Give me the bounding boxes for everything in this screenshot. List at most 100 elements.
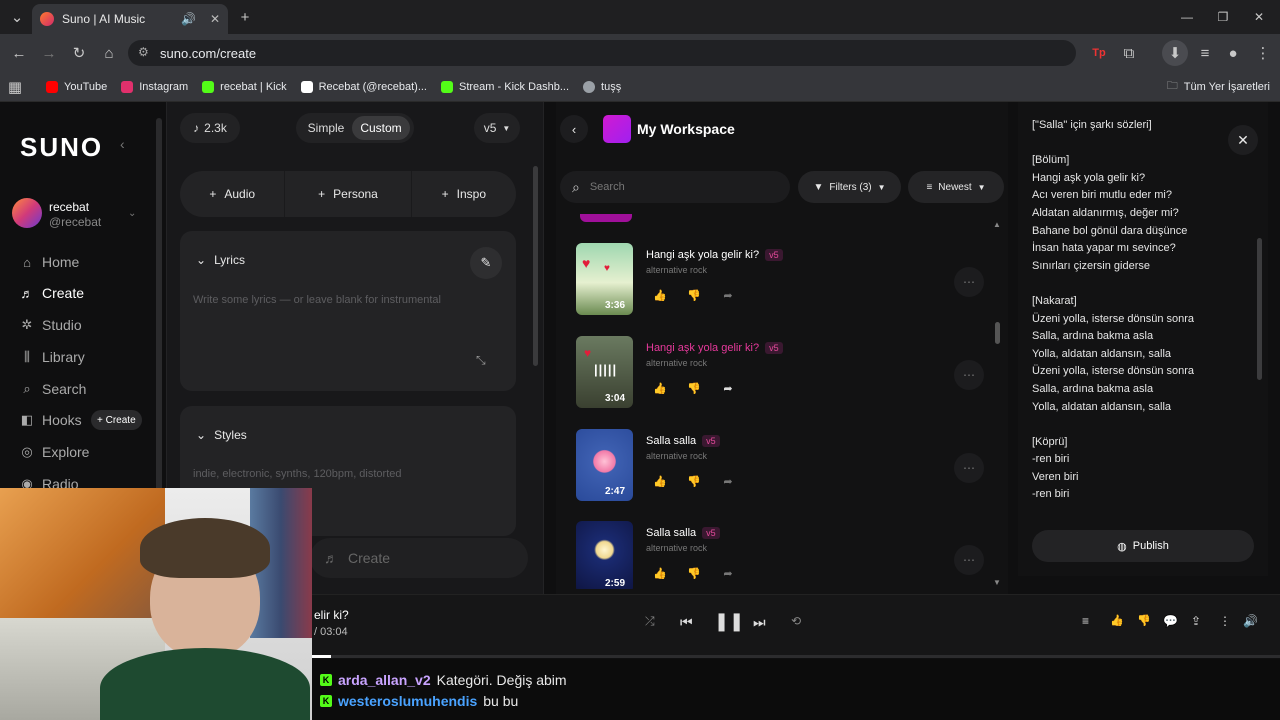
mode-simple-tab[interactable]: Simple bbox=[300, 121, 352, 135]
download-icon[interactable]: ⬇ bbox=[1162, 40, 1188, 66]
search-input[interactable]: ⌕ Search bbox=[560, 171, 790, 203]
sidebar-item-home[interactable]: ⌂ Home bbox=[20, 254, 79, 270]
browser-tab[interactable]: Suno | AI Music 🔊 ✕ bbox=[32, 4, 228, 34]
menu-icon[interactable]: ⋮ bbox=[1252, 42, 1274, 64]
collapse-sidebar-icon[interactable]: ‹ bbox=[120, 136, 125, 152]
thumbs-up-icon[interactable]: 👍 bbox=[650, 475, 670, 488]
extensions-icon[interactable]: ⧉ bbox=[1118, 42, 1140, 64]
back-button[interactable]: ‹ bbox=[560, 115, 588, 143]
thumbs-up-icon[interactable]: 👍 bbox=[1110, 614, 1124, 627]
bookmark-youtube[interactable]: YouTube bbox=[46, 80, 107, 93]
repeat-icon[interactable]: ⟲ bbox=[791, 614, 801, 628]
suno-logo[interactable]: SUNO bbox=[20, 132, 103, 163]
song-title[interactable]: Salla salla v5 bbox=[646, 527, 720, 539]
home-icon[interactable]: ⌂ bbox=[98, 42, 120, 64]
song-row[interactable]: ♥ ||||| 3:04 Hangi aşk yola gelir ki? v5 … bbox=[576, 336, 996, 412]
share-icon[interactable]: ➦ bbox=[718, 475, 738, 488]
bookmark-tiktok[interactable]: Recebat (@recebat)... bbox=[300, 80, 427, 93]
sidebar-item-search[interactable]: ⌕ Search bbox=[20, 381, 86, 397]
song-row[interactable]: ♥ ♥ 3:36 Hangi aşk yola gelir ki? v5 alte… bbox=[576, 243, 996, 319]
share-icon[interactable]: ➦ bbox=[718, 567, 738, 580]
sidebar-item-explore[interactable]: ◎ Explore bbox=[20, 444, 89, 460]
share-icon[interactable]: ➦ bbox=[718, 382, 738, 395]
add-inspo-button[interactable]: + Inspo bbox=[412, 171, 516, 217]
thumbs-down-icon[interactable]: 👎 bbox=[684, 567, 704, 580]
queue-icon[interactable]: ≡ bbox=[1082, 614, 1089, 628]
create-scrollbar[interactable] bbox=[533, 166, 538, 366]
media-control-icon[interactable]: ≡ bbox=[1194, 42, 1216, 64]
back-icon[interactable]: ← bbox=[8, 42, 30, 64]
volume-icon[interactable]: 🔊 bbox=[1243, 614, 1258, 628]
song-cover[interactable]: ♥ ||||| 3:04 bbox=[576, 336, 633, 408]
song-cover[interactable]: 2:59 bbox=[576, 521, 633, 589]
scroll-up-icon[interactable]: ▲ bbox=[993, 220, 1001, 229]
close-tab-icon[interactable]: ✕ bbox=[210, 12, 220, 26]
sidebar-item-hooks[interactable]: ◧ Hooks bbox=[20, 412, 82, 428]
styles-input[interactable]: indie, electronic, synths, 120bpm, disto… bbox=[193, 468, 402, 480]
thumbs-up-icon[interactable]: 👍 bbox=[650, 289, 670, 302]
song-cover[interactable]: ♥ ♥ 3:36 bbox=[576, 243, 633, 315]
styles-toggle[interactable]: ⌄ Styles bbox=[196, 428, 247, 442]
version-select[interactable]: v5 ▼ bbox=[474, 113, 520, 143]
lyrics-scrollbar[interactable] bbox=[1257, 238, 1262, 380]
song-title[interactable]: Salla salla v5 bbox=[646, 435, 720, 447]
more-options-button[interactable]: ⋯ bbox=[954, 360, 984, 390]
tab-list-icon[interactable]: ⌄ bbox=[6, 6, 28, 28]
song-row[interactable]: 2:47 Salla salla v5 alternative rock 👍 👎 ➦ … bbox=[576, 429, 996, 505]
progress-bar[interactable] bbox=[312, 655, 1280, 658]
thumbs-up-icon[interactable]: 👍 bbox=[650, 382, 670, 395]
create-button[interactable]: ♬ Create bbox=[310, 538, 528, 578]
thumbs-up-icon[interactable]: 👍 bbox=[650, 567, 670, 580]
sidebar-scrollbar[interactable] bbox=[156, 118, 162, 508]
profile-avatar-icon[interactable]: ● bbox=[1222, 42, 1244, 64]
sidebar-item-studio[interactable]: ✲ Studio bbox=[20, 317, 82, 333]
thumbs-down-icon[interactable]: 👎 bbox=[684, 289, 704, 302]
publish-button[interactable]: ◍ Publish bbox=[1032, 530, 1254, 562]
song-title[interactable]: Hangi aşk yola gelir ki? v5 bbox=[646, 342, 783, 354]
mode-custom-tab[interactable]: Custom bbox=[352, 116, 410, 140]
all-bookmarks[interactable]: 🗀 Tüm Yer İşaretleri bbox=[1167, 77, 1270, 96]
close-window-icon[interactable]: ✕ bbox=[1248, 6, 1270, 28]
add-audio-button[interactable]: + Audio bbox=[180, 171, 286, 217]
filters-button[interactable]: ▼ Filters (3) ▼ bbox=[798, 171, 901, 203]
restore-icon[interactable]: ❐ bbox=[1212, 6, 1234, 28]
next-icon[interactable]: ⏭ bbox=[753, 614, 766, 631]
address-bar[interactable]: ⚙ suno.com/create bbox=[128, 40, 1076, 66]
apps-grid-icon[interactable]: ▦ bbox=[4, 76, 26, 98]
lyrics-input[interactable]: Write some lyrics — or leave blank for i… bbox=[193, 294, 441, 306]
bookmark-kick[interactable]: recebat | Kick bbox=[202, 80, 287, 93]
reload-icon[interactable]: ↻ bbox=[68, 42, 90, 64]
add-persona-button[interactable]: + Persona bbox=[285, 171, 412, 217]
thumbs-down-icon[interactable]: 👎 bbox=[684, 475, 704, 488]
more-options-button[interactable]: ⋯ bbox=[954, 267, 984, 297]
site-info-icon[interactable]: ⚙ bbox=[138, 45, 149, 59]
song-title[interactable]: Hangi aşk yola gelir ki? v5 bbox=[646, 249, 783, 261]
bookmark-tuss[interactable]: tuşş bbox=[583, 80, 621, 93]
forward-icon[interactable]: → bbox=[38, 42, 60, 64]
comment-icon[interactable]: 💬 bbox=[1163, 614, 1178, 628]
avatar[interactable] bbox=[12, 198, 42, 228]
song-cover[interactable]: 2:47 bbox=[576, 429, 633, 501]
new-tab-icon[interactable]: + bbox=[234, 6, 256, 28]
sort-button[interactable]: ≡ Newest ▼ bbox=[908, 171, 1004, 203]
share-icon[interactable]: ⇪ bbox=[1191, 614, 1201, 628]
song-row[interactable]: 2:59 Salla salla v5 alternative rock 👍 👎 ➦ … bbox=[576, 521, 996, 589]
magic-wand-icon[interactable]: ✎ bbox=[470, 247, 502, 279]
sidebar-item-library[interactable]: ⫼ Library bbox=[20, 349, 85, 365]
share-icon[interactable]: ➦ bbox=[718, 289, 738, 302]
sidebar-item-create[interactable]: ♬ Create bbox=[20, 285, 85, 301]
extension-tp-icon[interactable]: Tp bbox=[1088, 42, 1110, 64]
previous-icon[interactable]: ⏮ bbox=[680, 614, 693, 631]
credits-badge[interactable]: ♪ 2.3k bbox=[180, 113, 240, 143]
more-options-button[interactable]: ⋯ bbox=[954, 453, 984, 483]
more-icon[interactable]: ⋮ bbox=[1219, 614, 1231, 628]
minimize-icon[interactable]: — bbox=[1176, 6, 1198, 28]
hooks-create-button[interactable]: + Create bbox=[91, 410, 142, 430]
account-chevron-icon[interactable]: ⌄ bbox=[128, 208, 136, 219]
close-icon[interactable]: ✕ bbox=[1228, 125, 1258, 155]
expand-icon[interactable]: ⤡ bbox=[476, 353, 486, 368]
bookmark-instagram[interactable]: Instagram bbox=[121, 80, 188, 93]
shuffle-icon[interactable]: ⤮ bbox=[645, 614, 655, 629]
bookmark-kick-dashboard[interactable]: Stream - Kick Dashb... bbox=[441, 80, 569, 93]
thumbs-down-icon[interactable]: 👎 bbox=[1137, 614, 1151, 627]
